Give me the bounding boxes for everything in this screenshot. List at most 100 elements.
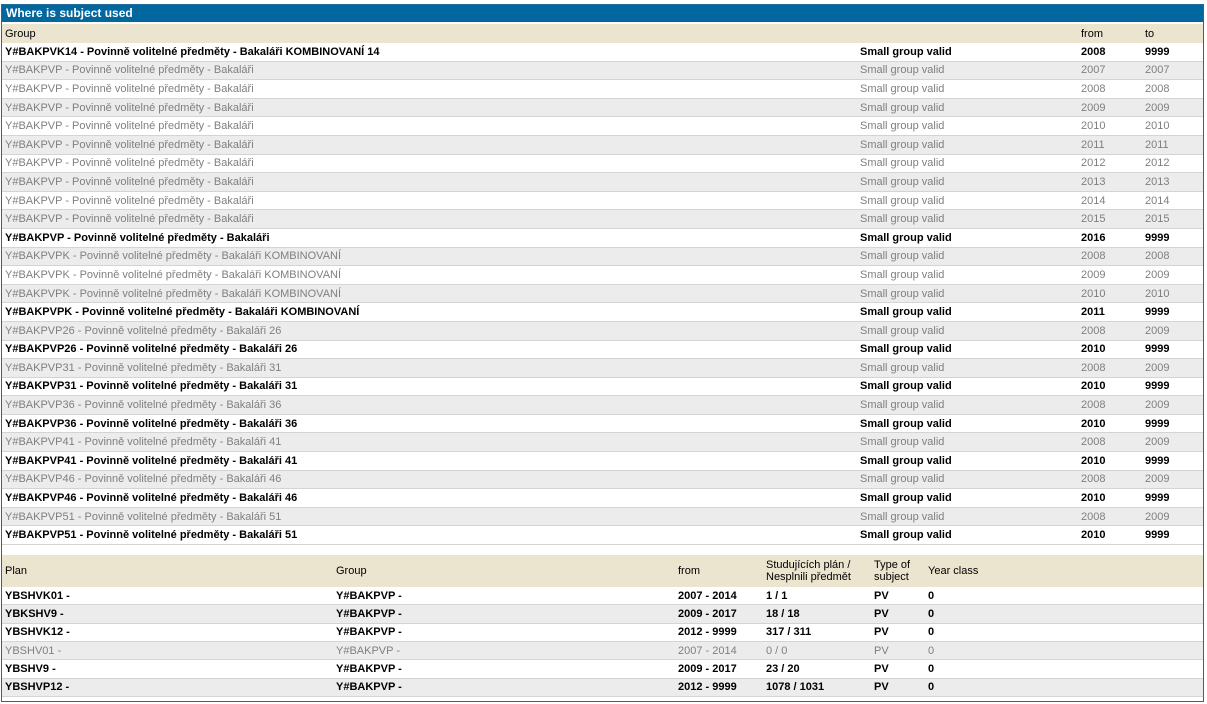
- group-cell: Y#BAKPVP51 - Povinně volitelné předměty …: [2, 525, 857, 546]
- column-header-plan-from: from: [675, 555, 763, 588]
- validity-cell: Small group valid: [857, 209, 1078, 229]
- plans-table-body: YBSHVK01 - Y#BAKPVP -2007 - 2014 1 / 1 PV 0 Y…: [2, 587, 1203, 697]
- table-row: Y#BAKPVP - Povinně volitelné předměty - …: [2, 116, 1203, 136]
- column-header-from: from: [1078, 24, 1142, 43]
- validity-cell: Small group valid: [857, 191, 1078, 211]
- table-row: Y#BAKPVP - Povinně volitelné předměty - …: [2, 61, 1203, 81]
- to-cell: 9999: [1142, 43, 1203, 62]
- from-cell: 2008: [1078, 507, 1142, 527]
- plan-group-cell: Y#BAKPVP -: [333, 678, 675, 697]
- validity-cell: Small group valid: [857, 451, 1078, 471]
- groups-table: Group from to Y#BAKPVK14 - Povinně volit…: [2, 24, 1203, 546]
- from-cell: 2007: [1078, 61, 1142, 81]
- table-row: Y#BAKPVP - Povinně volitelné předměty - …: [2, 135, 1203, 155]
- table-row: YBSHVK12 - Y#BAKPVP -2012 - 9999 317 / 311…: [2, 623, 1203, 642]
- from-cell: 2008: [1078, 395, 1142, 415]
- validity-cell: Small group valid: [857, 395, 1078, 415]
- to-cell: 2009: [1142, 395, 1203, 415]
- students-cell: 1078 / 1031: [763, 678, 871, 697]
- to-cell: 9999: [1142, 377, 1203, 397]
- from-cell: 2011: [1078, 135, 1142, 155]
- to-cell: 9999: [1142, 488, 1203, 508]
- group-cell: Y#BAKPVPK - Povinně volitelné předměty -…: [2, 302, 857, 322]
- table-row: Y#BAKPVP - Povinně volitelné předměty - …: [2, 228, 1203, 248]
- validity-cell: Small group valid: [857, 265, 1078, 285]
- from-cell: 2008: [1078, 470, 1142, 490]
- from-cell: 2010: [1078, 525, 1142, 546]
- validity-cell: Small group valid: [857, 228, 1078, 248]
- from-cell: 2016: [1078, 228, 1142, 248]
- validity-cell: Small group valid: [857, 43, 1078, 62]
- group-cell: Y#BAKPVP31 - Povinně volitelné předměty …: [2, 358, 857, 378]
- from-cell: 2009: [1078, 98, 1142, 118]
- students-cell: 317 / 311: [763, 623, 871, 642]
- plans-table: Plan Group from Studujících plán / Nespl…: [2, 555, 1203, 697]
- to-cell: 2009: [1142, 265, 1203, 285]
- table-row: Y#BAKPVP36 - Povinně volitelné předměty …: [2, 395, 1203, 415]
- year-class-cell: 0: [925, 623, 1203, 642]
- table-row: Y#BAKPVP26 - Povinně volitelné předměty …: [2, 340, 1203, 360]
- validity-cell: Small group valid: [857, 321, 1078, 341]
- type-cell: PV: [871, 659, 925, 679]
- where-used-panel: Where is subject used Group from to Y#BA…: [1, 4, 1204, 702]
- group-cell: Y#BAKPVP - Povinně volitelné předměty - …: [2, 98, 857, 118]
- type-cell: PV: [871, 623, 925, 642]
- from-cell: 2015: [1078, 209, 1142, 229]
- plan-group-cell: Y#BAKPVP -: [333, 604, 675, 624]
- table-row: Y#BAKPVP41 - Povinně volitelné předměty …: [2, 451, 1203, 471]
- year-class-cell: 0: [925, 587, 1203, 606]
- groups-table-body: Y#BAKPVK14 - Povinně volitelné předměty …: [2, 43, 1203, 546]
- validity-cell: Small group valid: [857, 247, 1078, 267]
- plan-from-cell: 2012 - 9999: [675, 678, 763, 697]
- group-cell: Y#BAKPVPK - Povinně volitelné předměty -…: [2, 265, 857, 285]
- validity-cell: Small group valid: [857, 377, 1078, 397]
- from-cell: 2010: [1078, 116, 1142, 136]
- year-class-cell: 0: [925, 641, 1203, 661]
- from-cell: 2009: [1078, 265, 1142, 285]
- to-cell: 2015: [1142, 209, 1203, 229]
- plan-cell: YBSHVK12 -: [2, 623, 333, 642]
- table-row: YBSHV9 - Y#BAKPVP -2009 - 2017 23 / 20 PV 0: [2, 659, 1203, 679]
- table-row: YBSHVK01 - Y#BAKPVP -2007 - 2014 1 / 1 PV 0: [2, 587, 1203, 606]
- plan-group-cell: Y#BAKPVP -: [333, 659, 675, 679]
- table-row: Y#BAKPVP - Povinně volitelné předměty - …: [2, 209, 1203, 229]
- plan-group-cell: Y#BAKPVP -: [333, 623, 675, 642]
- plan-cell: YBSHV01 -: [2, 641, 333, 661]
- to-cell: 9999: [1142, 228, 1203, 248]
- table-row: Y#BAKPVP51 - Povinně volitelné předměty …: [2, 525, 1203, 546]
- table-row: Y#BAKPVPK - Povinně volitelné předměty -…: [2, 302, 1203, 322]
- group-cell: Y#BAKPVP36 - Povinně volitelné předměty …: [2, 395, 857, 415]
- from-cell: 2010: [1078, 340, 1142, 360]
- column-header-plan: Plan: [2, 555, 333, 588]
- from-cell: 2008: [1078, 358, 1142, 378]
- validity-cell: Small group valid: [857, 525, 1078, 546]
- from-cell: 2008: [1078, 432, 1142, 453]
- column-header-to: to: [1142, 24, 1203, 43]
- type-header-line1: Type of: [874, 559, 911, 572]
- to-cell: 2010: [1142, 116, 1203, 136]
- table-row: Y#BAKPVP26 - Povinně volitelné předměty …: [2, 321, 1203, 341]
- students-cell: 23 / 20: [763, 659, 871, 679]
- panel-title: Where is subject used: [2, 5, 1203, 22]
- to-cell: 9999: [1142, 451, 1203, 471]
- to-cell: 2009: [1142, 507, 1203, 527]
- from-cell: 2014: [1078, 191, 1142, 211]
- group-cell: Y#BAKPVP51 - Povinně volitelné předměty …: [2, 507, 857, 527]
- group-cell: Y#BAKPVP46 - Povinně volitelné předměty …: [2, 470, 857, 490]
- group-cell: Y#BAKPVP41 - Povinně volitelné předměty …: [2, 451, 857, 471]
- table-row: Y#BAKPVPK - Povinně volitelné předměty -…: [2, 265, 1203, 285]
- to-cell: 9999: [1142, 340, 1203, 360]
- validity-cell: Small group valid: [857, 98, 1078, 118]
- validity-cell: Small group valid: [857, 172, 1078, 192]
- validity-cell: Small group valid: [857, 432, 1078, 453]
- to-cell: 2011: [1142, 135, 1203, 155]
- plans-header-row: Plan Group from Studujících plán / Nespl…: [2, 555, 1203, 588]
- table-row: YBSHVP12 - Y#BAKPVP -2012 - 9999 1078 / 10…: [2, 678, 1203, 697]
- table-row: Y#BAKPVP - Povinně volitelné předměty - …: [2, 191, 1203, 211]
- type-header-line2: subject: [874, 571, 909, 584]
- plan-from-cell: 2007 - 2014: [675, 587, 763, 606]
- table-row: Y#BAKPVPK - Povinně volitelné předměty -…: [2, 247, 1203, 267]
- to-cell: 2009: [1142, 432, 1203, 453]
- students-cell: 0 / 0: [763, 641, 871, 661]
- year-class-cell: 0: [925, 659, 1203, 679]
